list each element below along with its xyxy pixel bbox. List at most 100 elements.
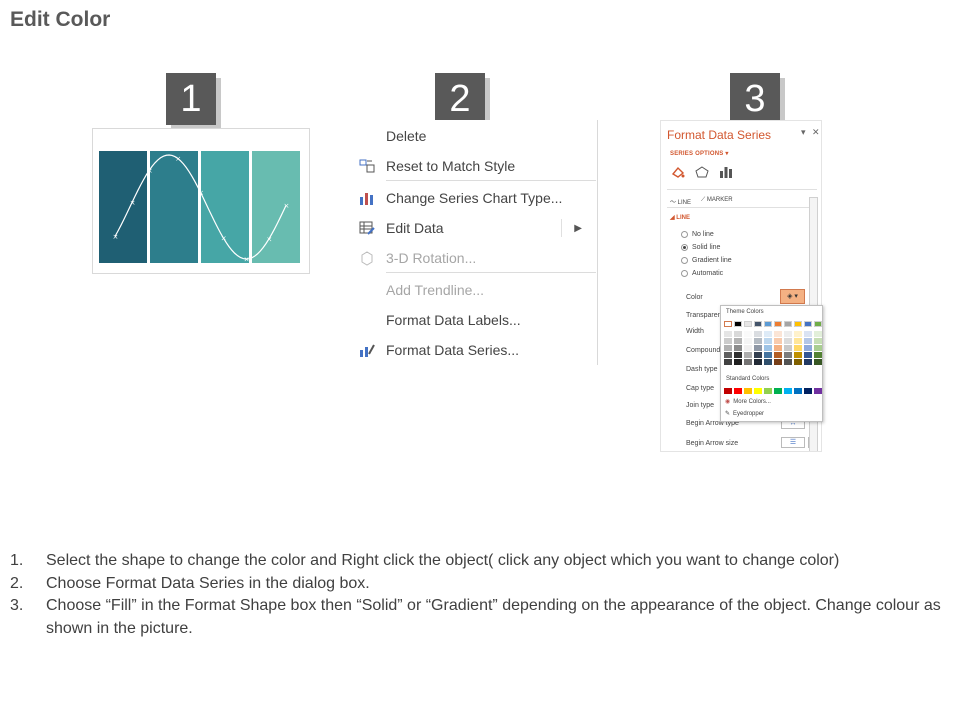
line-marker[interactable]: ×	[130, 199, 136, 207]
color-swatch[interactable]	[784, 321, 792, 327]
menu-item-format-data-series[interactable]: Format Data Series...	[348, 337, 596, 363]
line-marker[interactable]: ×	[175, 155, 181, 163]
color-swatch[interactable]	[754, 352, 762, 358]
color-swatch[interactable]	[744, 345, 752, 351]
color-swatch[interactable]	[734, 338, 742, 344]
color-swatch[interactable]	[794, 388, 802, 394]
color-swatch[interactable]	[744, 352, 752, 358]
color-swatch[interactable]	[744, 331, 752, 337]
color-swatch[interactable]	[724, 338, 732, 344]
color-swatch[interactable]	[724, 345, 732, 351]
color-swatch[interactable]	[724, 359, 732, 365]
color-swatch[interactable]	[804, 331, 812, 337]
color-swatch[interactable]	[814, 321, 822, 327]
color-swatch[interactable]	[774, 331, 782, 337]
color-swatch[interactable]	[804, 321, 812, 327]
close-icon[interactable]: ✕	[812, 127, 820, 138]
color-swatch[interactable]	[764, 338, 772, 344]
color-swatch[interactable]	[774, 338, 782, 344]
color-swatch[interactable]	[764, 359, 772, 365]
color-swatch[interactable]	[754, 321, 762, 327]
menu-item-format-data-labels[interactable]: Format Data Labels...	[348, 307, 596, 333]
color-swatch[interactable]	[804, 345, 812, 351]
line-marker[interactable]: ×	[244, 255, 250, 263]
series-options-icon[interactable]	[718, 165, 734, 179]
color-swatch[interactable]	[794, 345, 802, 351]
pane-options-icon[interactable]: ▾	[801, 127, 806, 138]
color-swatch[interactable]	[744, 359, 752, 365]
color-swatch[interactable]	[734, 388, 742, 394]
color-swatch[interactable]	[724, 352, 732, 358]
color-swatch[interactable]	[734, 352, 742, 358]
menu-item-3-d-rotation[interactable]: 3-D Rotation...	[348, 245, 596, 271]
color-swatch[interactable]	[814, 352, 822, 358]
color-swatch[interactable]	[784, 338, 792, 344]
color-swatch[interactable]	[764, 388, 772, 394]
color-swatch[interactable]	[774, 388, 782, 394]
color-swatch[interactable]	[814, 331, 822, 337]
color-swatch[interactable]	[764, 352, 772, 358]
color-swatch[interactable]	[734, 359, 742, 365]
color-swatch[interactable]	[794, 359, 802, 365]
line-marker[interactable]: ×	[198, 189, 204, 197]
radio-solid-line[interactable]: Solid line	[681, 244, 720, 251]
color-swatch[interactable]	[784, 352, 792, 358]
begin-arrow-size-button[interactable]: ☰	[781, 437, 805, 448]
color-swatch[interactable]	[744, 338, 752, 344]
column-chart[interactable]: × × × × × × × × ×	[93, 129, 311, 275]
radio-automatic[interactable]: Automatic	[681, 270, 723, 277]
color-swatch[interactable]	[774, 352, 782, 358]
color-swatch[interactable]	[754, 338, 762, 344]
color-swatch[interactable]	[784, 359, 792, 365]
color-swatch[interactable]	[794, 352, 802, 358]
line-marker[interactable]: ×	[113, 233, 119, 241]
color-swatch[interactable]	[804, 352, 812, 358]
color-swatch[interactable]	[774, 321, 782, 327]
menu-item-edit-data[interactable]: Edit Data ▶	[348, 215, 596, 241]
color-swatch[interactable]	[814, 388, 822, 394]
color-swatch[interactable]	[764, 331, 772, 337]
color-swatch[interactable]	[754, 345, 762, 351]
color-swatch[interactable]	[774, 359, 782, 365]
color-swatch[interactable]	[814, 338, 822, 344]
color-swatch[interactable]	[734, 331, 742, 337]
line-marker[interactable]: ×	[266, 235, 272, 243]
more-colors-link[interactable]: ◉ More Colors...	[725, 398, 771, 406]
chart-column[interactable]	[252, 151, 300, 263]
color-swatch[interactable]	[814, 345, 822, 351]
radio-no-line[interactable]: No line	[681, 231, 714, 238]
line-marker[interactable]: ×	[221, 234, 227, 242]
color-swatch[interactable]	[794, 338, 802, 344]
chart-column[interactable]	[99, 151, 147, 263]
eyedropper-link[interactable]: ✎ Eyedropper	[725, 410, 764, 418]
color-swatch[interactable]	[744, 388, 752, 394]
color-swatch[interactable]	[784, 388, 792, 394]
color-swatch[interactable]	[794, 331, 802, 337]
color-swatch[interactable]	[764, 321, 772, 327]
line-marker[interactable]: ×	[147, 167, 153, 175]
chart-column[interactable]	[150, 151, 198, 263]
color-swatch[interactable]	[784, 331, 792, 337]
color-swatch[interactable]	[724, 388, 732, 394]
menu-item-reset-to-match-style[interactable]: Reset to Match Style	[348, 153, 596, 179]
color-swatch[interactable]	[754, 359, 762, 365]
color-swatch[interactable]	[754, 388, 762, 394]
radio-gradient-line[interactable]: Gradient line	[681, 257, 732, 264]
menu-item-add-trendline[interactable]: Add Trendline...	[348, 277, 596, 303]
tab-marker[interactable]: ⟋ MARKER	[701, 197, 733, 206]
color-swatch[interactable]	[804, 338, 812, 344]
menu-item-delete[interactable]: Delete	[348, 123, 596, 149]
color-swatch[interactable]	[774, 345, 782, 351]
chart-thumbnail[interactable]: × × × × × × × × ×	[92, 128, 310, 274]
color-swatch[interactable]	[804, 359, 812, 365]
color-swatch[interactable]	[734, 321, 742, 327]
color-swatch[interactable]	[764, 345, 772, 351]
color-swatch[interactable]	[804, 388, 812, 394]
color-picker-button[interactable]: ◈ ▾	[780, 289, 805, 304]
fill-line-icon[interactable]	[670, 165, 686, 179]
menu-item-change-series-chart-type[interactable]: Change Series Chart Type...	[348, 185, 596, 211]
line-section-header[interactable]: ◢ LINE	[670, 214, 690, 221]
color-swatch[interactable]	[734, 345, 742, 351]
color-swatch[interactable]	[784, 345, 792, 351]
color-swatch[interactable]	[794, 321, 802, 327]
